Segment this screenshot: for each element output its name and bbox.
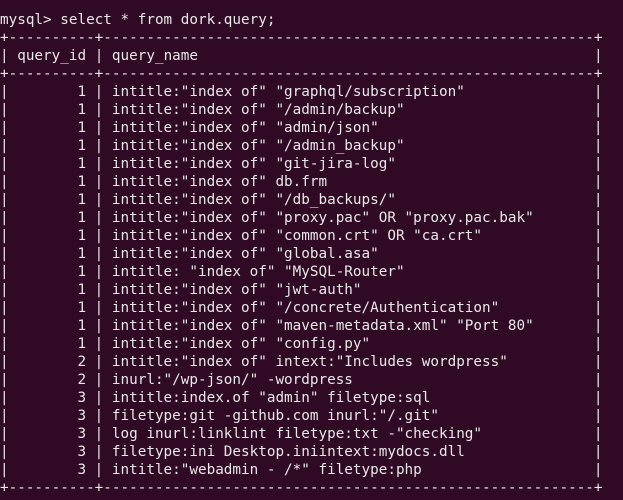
cell-query-name: intitle:"index of" "/admin_backup" [111,138,405,154]
cell-query-id: 1 [77,156,87,172]
cell-query-id: 3 [77,426,87,442]
table-row: | 1 | intitle:"index of" "/admin_backup"… [0,138,603,154]
cell-query-name: intitle:"index of" "/db_backups/" [111,192,396,208]
table-row: | 1 | intitle:"index of" "/concrete/Auth… [0,300,603,316]
cell-query-id: 1 [77,282,87,298]
cell-query-id: 1 [77,102,87,118]
table-row: | 2 | inurl:"/wp-json/" -wordpress | [0,372,603,388]
terminal-window[interactable]: mysql> select * from dork.query; +------… [0,0,623,500]
cell-query-name: intitle:"index of" "/admin/backup" [111,102,405,118]
cell-query-id: 1 [77,210,87,226]
table-row: | 1 | intitle:"index of" "git-jira-log" … [0,156,603,172]
table-border-top: +----------+----------------------------… [0,30,603,46]
cell-query-name: intitle:"index of" db.frm [111,174,328,190]
table-row: | 1 | intitle:"index of" "admin/json" | [0,120,603,136]
table-row: | 1 | intitle:"index of" "/admin/backup"… [0,102,603,118]
cell-query-name: intitle:"index of" "/concrete/Authentica… [111,300,500,316]
cell-query-id: 1 [77,264,87,280]
table-row: | 1 | intitle:"index of" "global.asa" | [0,246,603,262]
result-rows: | 1 | intitle:"index of" "graphql/subscr… [0,83,623,479]
cell-query-name: intitle:"index of" "global.asa" [111,246,379,262]
cell-query-name: intitle: "index of" "MySQL-Router" [111,264,405,280]
table-row: | 1 | intitle:"index of" "common.crt" OR… [0,228,603,244]
cell-query-id: 1 [77,228,87,244]
table-row: | 3 | filetype:git -github.com inurl:"/.… [0,408,603,424]
table-row: | 2 | intitle:"index of" intext:"Include… [0,354,603,370]
table-border-bottom: +----------+----------------------------… [0,480,603,496]
column-header-query-name: query_name [111,48,198,64]
command-line: mysql> select * from dork.query; [0,11,623,29]
table-row: | 1 | intitle:"index of" "graphql/subscr… [0,84,603,100]
cell-query-id: 1 [77,336,87,352]
sql-command: select * from dork.query; [60,12,276,28]
cell-query-id: 1 [77,138,87,154]
cell-query-id: 3 [77,390,87,406]
cell-query-id: 2 [77,354,87,370]
cell-query-id: 2 [77,372,87,388]
cell-query-name: intitle:index.of "admin" filetype:sql [111,390,431,406]
cell-query-name: filetype:ini Desktop.iniintext:mydocs.dl… [111,444,465,460]
cell-query-id: 1 [77,120,87,136]
cell-query-id: 1 [77,84,87,100]
table-row: | 1 | intitle:"index of" db.frm | [0,174,603,190]
column-header-query-id: query_id [17,48,87,64]
cell-query-name: inurl:"/wp-json/" -wordpress [111,372,353,388]
table-row: | 1 | intitle:"index of" "proxy.pac" OR … [0,210,603,226]
cell-query-name: intitle:"index of" intext:"Includes word… [111,354,508,370]
cell-query-id: 1 [77,300,87,316]
cell-query-name: intitle:"index of" "admin/json" [111,120,379,136]
cell-query-id: 3 [77,408,87,424]
cell-query-name: intitle:"index of" "graphql/subscription… [111,84,465,100]
cell-query-name: intitle:"index of" "git-jira-log" [111,156,396,172]
table-row: | 3 | filetype:ini Desktop.iniintext:myd… [0,444,603,460]
table-row: | 1 | intitle:"index of" "/db_backups/" … [0,192,603,208]
cell-query-name: intitle:"index of" "config.py" [111,336,371,352]
table-row: | 1 | intitle:"index of" "config.py" | [0,336,603,352]
table-row: | 3 | intitle:"webadmin - /*" filetype:p… [0,462,603,478]
cell-query-name: log inurl:linklint filetype:txt -"checki… [111,426,483,442]
table-row: | 1 | intitle:"index of" "jwt-auth" | [0,282,603,298]
cell-query-name: intitle:"webadmin - /*" filetype:php [111,462,422,478]
cell-query-id: 3 [77,462,87,478]
cell-query-id: 1 [77,246,87,262]
cell-query-id: 3 [77,444,87,460]
cell-query-name: intitle:"index of" "jwt-auth" [111,282,362,298]
table-row: | 3 | log inurl:linklint filetype:txt -"… [0,426,603,442]
table-header-row: | query_id | query_name | [0,48,603,64]
table-row: | 1 | intitle: "index of" "MySQL-Router"… [0,264,603,280]
cell-query-name: intitle:"index of" "proxy.pac" OR "proxy… [111,210,534,226]
cell-query-id: 1 [77,192,87,208]
cell-query-id: 1 [77,318,87,334]
table-row: | 3 | intitle:index.of "admin" filetype:… [0,390,603,406]
cell-query-name: intitle:"index of" "maven-metadata.xml" … [111,318,534,334]
cell-query-id: 1 [77,174,87,190]
table-border-header: +----------+----------------------------… [0,66,603,82]
cell-query-name: intitle:"index of" "common.crt" OR "ca.c… [111,228,483,244]
cell-query-name: filetype:git -github.com inurl:"/.git" [111,408,439,424]
table-row: | 1 | intitle:"index of" "maven-metadata… [0,318,603,334]
mysql-prompt: mysql> [0,12,61,28]
